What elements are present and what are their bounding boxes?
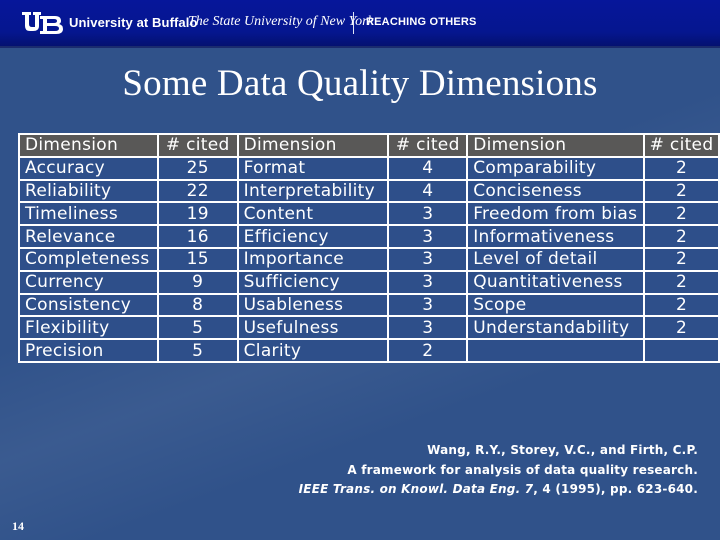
- cited-count-cell: 3: [387, 315, 469, 341]
- table-row: Relevance 16 Efficiency 3 Informativeness 2: [18, 224, 720, 249]
- cited-count-cell: 3: [387, 201, 469, 227]
- column-header: Dimension: [466, 133, 646, 158]
- table-header-row: Dimension # cited Dimension # cited Dime…: [18, 133, 720, 158]
- cited-count-cell: 3: [387, 246, 469, 272]
- table-row: Reliability 22 Interpretability 4 Concisenes…: [18, 178, 720, 204]
- cited-count-cell: 5: [156, 315, 239, 341]
- cited-count-cell: 4: [387, 178, 469, 204]
- cited-count-cell: 2: [643, 201, 720, 227]
- cited-count-cell: 2: [643, 246, 720, 272]
- dimension-cell: Usableness: [236, 292, 390, 318]
- cited-count-cell: 4: [387, 155, 469, 181]
- citation-journal: IEEE Trans. on Knowl. Data Eng. 7: [298, 482, 534, 496]
- cited-count-cell: 8: [156, 292, 239, 318]
- table-row: Completeness 15 Importance 3 Level of detail…: [18, 246, 720, 272]
- cited-count-cell: 2: [643, 315, 720, 341]
- table-row: Flexibility 5 Usefulness 3 Understandability…: [18, 315, 720, 341]
- dimension-cell: Clarity: [236, 338, 390, 363]
- dimension-cell: Sufficiency: [236, 269, 390, 295]
- dimension-cell: Efficiency: [236, 224, 390, 249]
- cited-count-cell: 9: [156, 269, 239, 295]
- dimension-cell: Usefulness: [236, 315, 390, 341]
- table-row: Precision 5 Clarity 2: [18, 338, 720, 363]
- dimension-cell: Comparability: [466, 155, 646, 181]
- cited-count-cell: 15: [156, 246, 239, 272]
- dimension-cell: Conciseness: [466, 178, 646, 204]
- dimension-cell: Understandability: [466, 315, 646, 341]
- table-row: Timeliness 19 Content 3 Freedom from bias 2: [18, 201, 720, 227]
- column-header: # cited: [156, 133, 239, 158]
- dimension-cell: Importance: [236, 246, 390, 272]
- cited-count-cell: 5: [156, 338, 239, 363]
- dimension-cell: Interpretability: [236, 178, 390, 204]
- cited-count-cell: 2: [643, 224, 720, 249]
- dimension-cell: Freedom from bias: [466, 201, 646, 227]
- citation-source: IEEE Trans. on Knowl. Data Eng. 7, 4 (19…: [299, 480, 698, 500]
- university-name: University at Buffalo: [69, 15, 198, 30]
- dimension-cell: [466, 338, 646, 363]
- dimension-cell: Content: [236, 201, 390, 227]
- cited-count-cell: 2: [643, 155, 720, 181]
- dimension-cell: Relevance: [18, 224, 159, 249]
- dimension-cell: Timeliness: [18, 201, 159, 227]
- dimension-cell: Currency: [18, 269, 159, 295]
- table-row: Accuracy 25 Format 4 Comparability 2: [18, 155, 720, 181]
- citation-title: A framework for analysis of data quality…: [347, 462, 698, 477]
- slide-number: 14: [12, 519, 24, 533]
- dimension-cell: Accuracy: [18, 155, 159, 181]
- dimension-cell: Quantitativeness: [466, 269, 646, 295]
- cited-count-cell: 2: [643, 269, 720, 295]
- cited-count-cell: 2: [643, 178, 720, 204]
- slide-title: Some Data Quality Dimensions: [122, 63, 598, 104]
- cited-count-cell: 16: [156, 224, 239, 249]
- university-subtitle: The State University of New York: [188, 14, 374, 29]
- column-header: Dimension: [236, 133, 390, 158]
- column-header: # cited: [643, 133, 720, 158]
- cited-count-cell: 2: [387, 338, 469, 363]
- header-divider: [353, 12, 354, 34]
- column-header: # cited: [387, 133, 469, 158]
- data-quality-table: Dimension # cited Dimension # cited Dime…: [18, 133, 720, 363]
- cited-count-cell: 3: [387, 269, 469, 295]
- dimension-cell: Informativeness: [466, 224, 646, 249]
- dimension-cell: Completeness: [18, 246, 159, 272]
- cited-count-cell: 25: [156, 155, 239, 181]
- header-bar: University at Buffalo The State Universi…: [0, 0, 720, 48]
- dimension-cell: Consistency: [18, 292, 159, 318]
- table-row: Currency 9 Sufficiency 3 Quantitativeness 2: [18, 269, 720, 295]
- ub-logo-icon: [22, 12, 63, 34]
- citation: Wang, R.Y., Storey, V.C., and Firth, C.P…: [299, 441, 698, 500]
- dimension-cell: Flexibility: [18, 315, 159, 341]
- dimension-cell: Format: [236, 155, 390, 181]
- dimension-cell: Precision: [18, 338, 159, 363]
- cited-count-cell: 3: [387, 292, 469, 318]
- table-row: Consistency 8 Usableness 3 Scope 2: [18, 292, 720, 318]
- cited-count-cell: 19: [156, 201, 239, 227]
- cited-count-cell: 3: [387, 224, 469, 249]
- dimension-cell: Reliability: [18, 178, 159, 204]
- dimension-cell: Scope: [466, 292, 646, 318]
- citation-authors: Wang, R.Y., Storey, V.C., and Firth, C.P…: [427, 443, 698, 457]
- citation-volume-pages: , 4 (1995), pp. 623-640.: [533, 482, 698, 496]
- dimension-cell: Level of detail: [466, 246, 646, 272]
- tagline: REACHING OTHERS: [366, 16, 477, 28]
- cited-count-cell: 22: [156, 178, 239, 204]
- column-header: Dimension: [18, 133, 159, 158]
- cited-count-cell: 2: [643, 292, 720, 318]
- cited-count-cell: [643, 338, 720, 363]
